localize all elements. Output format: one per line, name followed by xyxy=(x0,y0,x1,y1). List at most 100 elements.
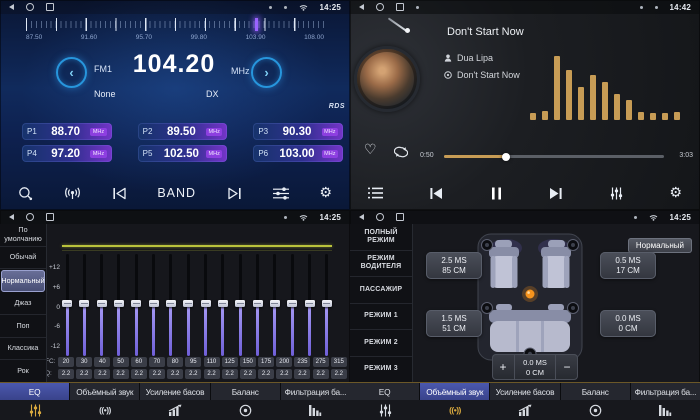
eq-band-slider[interactable] xyxy=(166,254,176,356)
progress-bar[interactable] xyxy=(444,155,664,158)
nav-recents-icon[interactable] xyxy=(46,3,54,11)
eq-preset[interactable]: По умолчанию xyxy=(0,224,46,247)
eq-band-slider[interactable] xyxy=(305,254,315,356)
eq-band-slider[interactable] xyxy=(201,254,211,356)
band-button[interactable]: BAND xyxy=(157,186,196,200)
radio-preset[interactable]: P4 97.20 MHz xyxy=(22,145,112,162)
slider-thumb[interactable] xyxy=(305,300,315,308)
radio-preset[interactable]: P2 89.50 MHz xyxy=(138,123,228,140)
sound-profile-button[interactable]: Нормальный xyxy=(628,238,692,253)
eq-band-slider[interactable] xyxy=(287,254,297,356)
eq-band-slider[interactable] xyxy=(114,254,124,356)
slider-thumb[interactable] xyxy=(218,300,228,308)
playlist-icon[interactable] xyxy=(368,187,383,199)
dock-balance-icon[interactable] xyxy=(210,400,280,420)
repeat-icon[interactable] xyxy=(394,146,408,158)
slider-thumb[interactable] xyxy=(270,300,280,308)
radio-preset[interactable]: P3 90.30 MHz xyxy=(253,123,343,140)
nav-back-icon[interactable] xyxy=(9,214,14,220)
eq-band-slider[interactable] xyxy=(270,254,280,356)
eq-band-slider[interactable] xyxy=(149,254,159,356)
dock-eq-icon[interactable] xyxy=(350,400,420,420)
seek-up-button[interactable]: › xyxy=(251,57,282,88)
slider-thumb[interactable] xyxy=(235,300,245,308)
listening-mode[interactable]: РЕЖИМ 1 xyxy=(350,304,412,331)
eq-band-slider[interactable] xyxy=(62,254,72,356)
nav-recents-icon[interactable] xyxy=(46,213,54,221)
delay-rear-right[interactable]: 0.0 MS 0 CM xyxy=(600,310,656,337)
nav-home-icon[interactable] xyxy=(376,213,384,221)
search-icon[interactable] xyxy=(18,186,33,201)
eq-band-slider[interactable] xyxy=(235,254,245,356)
nav-home-icon[interactable] xyxy=(26,213,34,221)
nav-home-icon[interactable] xyxy=(26,3,34,11)
tuner-settings-icon[interactable] xyxy=(273,187,289,200)
eq-band-slider[interactable] xyxy=(131,254,141,356)
sound-tab[interactable]: Усиление басов xyxy=(140,383,209,400)
eq-preset[interactable]: Классика xyxy=(0,338,46,361)
sound-tab[interactable]: Объёмный звук xyxy=(70,383,139,400)
dock-bass-filter-icon[interactable] xyxy=(280,400,350,420)
listening-mode[interactable]: РЕЖИМ ВОДИТЕЛЯ xyxy=(350,251,412,278)
nav-back-icon[interactable] xyxy=(359,214,364,220)
favorite-icon[interactable]: ♡ xyxy=(364,142,377,158)
sound-tab[interactable]: Фильтрация ба... xyxy=(631,383,700,400)
slider-thumb[interactable] xyxy=(131,300,141,308)
listening-mode[interactable]: ПАССАЖИР xyxy=(350,277,412,304)
dock-eq-icon[interactable] xyxy=(0,400,70,420)
radio-preset[interactable]: P1 88.70 MHz xyxy=(22,123,112,140)
slider-thumb[interactable] xyxy=(62,300,72,308)
eq-band-slider[interactable] xyxy=(183,254,193,356)
settings-gear-icon[interactable]: ⚙ xyxy=(319,186,332,200)
delay-front-right[interactable]: 0.5 MS 17 CM xyxy=(600,252,656,279)
listening-mode[interactable]: ПОЛНЫЙ РЕЖИМ xyxy=(350,224,412,251)
nav-recents-icon[interactable] xyxy=(396,3,404,11)
previous-track-icon[interactable] xyxy=(429,187,444,200)
slider-thumb[interactable] xyxy=(201,300,211,308)
slider-thumb[interactable] xyxy=(97,300,107,308)
nav-back-icon[interactable] xyxy=(9,4,14,10)
eq-band-slider[interactable] xyxy=(218,254,228,356)
nav-back-icon[interactable] xyxy=(359,4,364,10)
dock-bass-filter-icon[interactable] xyxy=(630,400,700,420)
sound-tab[interactable]: Фильтрация ба... xyxy=(281,383,350,400)
delay-rear-left[interactable]: 1.5 MS 51 CM xyxy=(426,310,482,337)
previous-station-icon[interactable] xyxy=(112,187,127,200)
eq-preset[interactable]: Нормальный xyxy=(1,270,45,292)
next-station-icon[interactable] xyxy=(227,187,242,200)
seek-down-button[interactable]: ‹ xyxy=(56,57,87,88)
eq-band-slider[interactable] xyxy=(322,254,332,356)
listening-mode[interactable]: РЕЖИМ 3 xyxy=(350,357,412,384)
settings-gear-icon[interactable]: ⚙ xyxy=(669,186,682,200)
next-track-icon[interactable] xyxy=(548,187,563,200)
radio-preset[interactable]: P6 103.00 MHz xyxy=(253,145,343,162)
sound-tab[interactable]: Баланс xyxy=(561,383,630,400)
slider-thumb[interactable] xyxy=(166,300,176,308)
slider-thumb[interactable] xyxy=(287,300,297,308)
listening-mode[interactable]: РЕЖИМ 2 xyxy=(350,330,412,357)
slider-thumb[interactable] xyxy=(149,300,159,308)
sound-tab[interactable]: Баланс xyxy=(211,383,280,400)
delay-plus-button[interactable]: + xyxy=(492,361,514,373)
eq-preset[interactable]: Обычай xyxy=(0,247,46,270)
progress-thumb[interactable] xyxy=(502,153,510,161)
equalizer-icon[interactable] xyxy=(610,187,623,200)
sound-tab[interactable]: Объёмный звук xyxy=(420,383,489,400)
broadcast-icon[interactable] xyxy=(64,187,81,200)
nav-recents-icon[interactable] xyxy=(396,213,404,221)
slider-thumb[interactable] xyxy=(114,300,124,308)
slider-thumb[interactable] xyxy=(322,300,332,308)
slider-thumb[interactable] xyxy=(183,300,193,308)
eq-band-slider[interactable] xyxy=(97,254,107,356)
eq-preset[interactable]: Поп xyxy=(0,315,46,338)
delay-minus-button[interactable]: − xyxy=(556,361,578,373)
dial-ticks[interactable] xyxy=(26,18,324,31)
eq-preset[interactable]: Джаз xyxy=(0,293,46,316)
eq-preset[interactable]: Рок xyxy=(0,360,46,383)
slider-thumb[interactable] xyxy=(79,300,89,308)
pause-icon[interactable] xyxy=(491,187,502,200)
sound-tab[interactable]: Усиление басов xyxy=(490,383,559,400)
radio-preset[interactable]: P5 102.50 MHz xyxy=(138,145,228,162)
dock-surround-icon[interactable]: ((•)) xyxy=(70,400,140,420)
eq-band-slider[interactable] xyxy=(253,254,263,356)
